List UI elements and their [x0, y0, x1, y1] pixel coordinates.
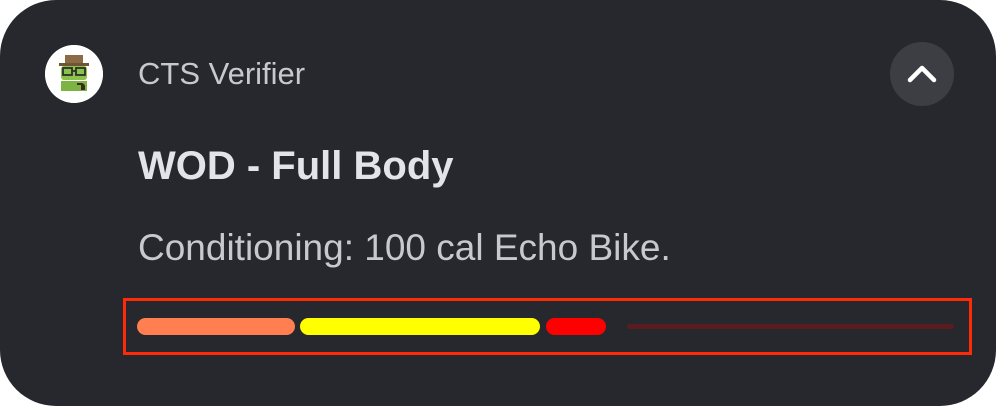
- chevron-up-icon: [907, 65, 937, 83]
- notification-card[interactable]: CTS Verifier WOD - Full Body Conditionin…: [0, 0, 996, 406]
- progress-segment: [300, 318, 541, 335]
- collapse-button[interactable]: [890, 42, 954, 106]
- progress-track: [627, 324, 954, 329]
- notification-text: Conditioning: 100 cal Echo Bike.: [138, 227, 671, 268]
- progress-segment: [137, 318, 296, 335]
- cts-verifier-robot-icon: [45, 45, 103, 103]
- app-name: CTS Verifier: [138, 56, 306, 91]
- progress-segment: [545, 318, 606, 335]
- notification-title: WOD - Full Body: [138, 144, 454, 188]
